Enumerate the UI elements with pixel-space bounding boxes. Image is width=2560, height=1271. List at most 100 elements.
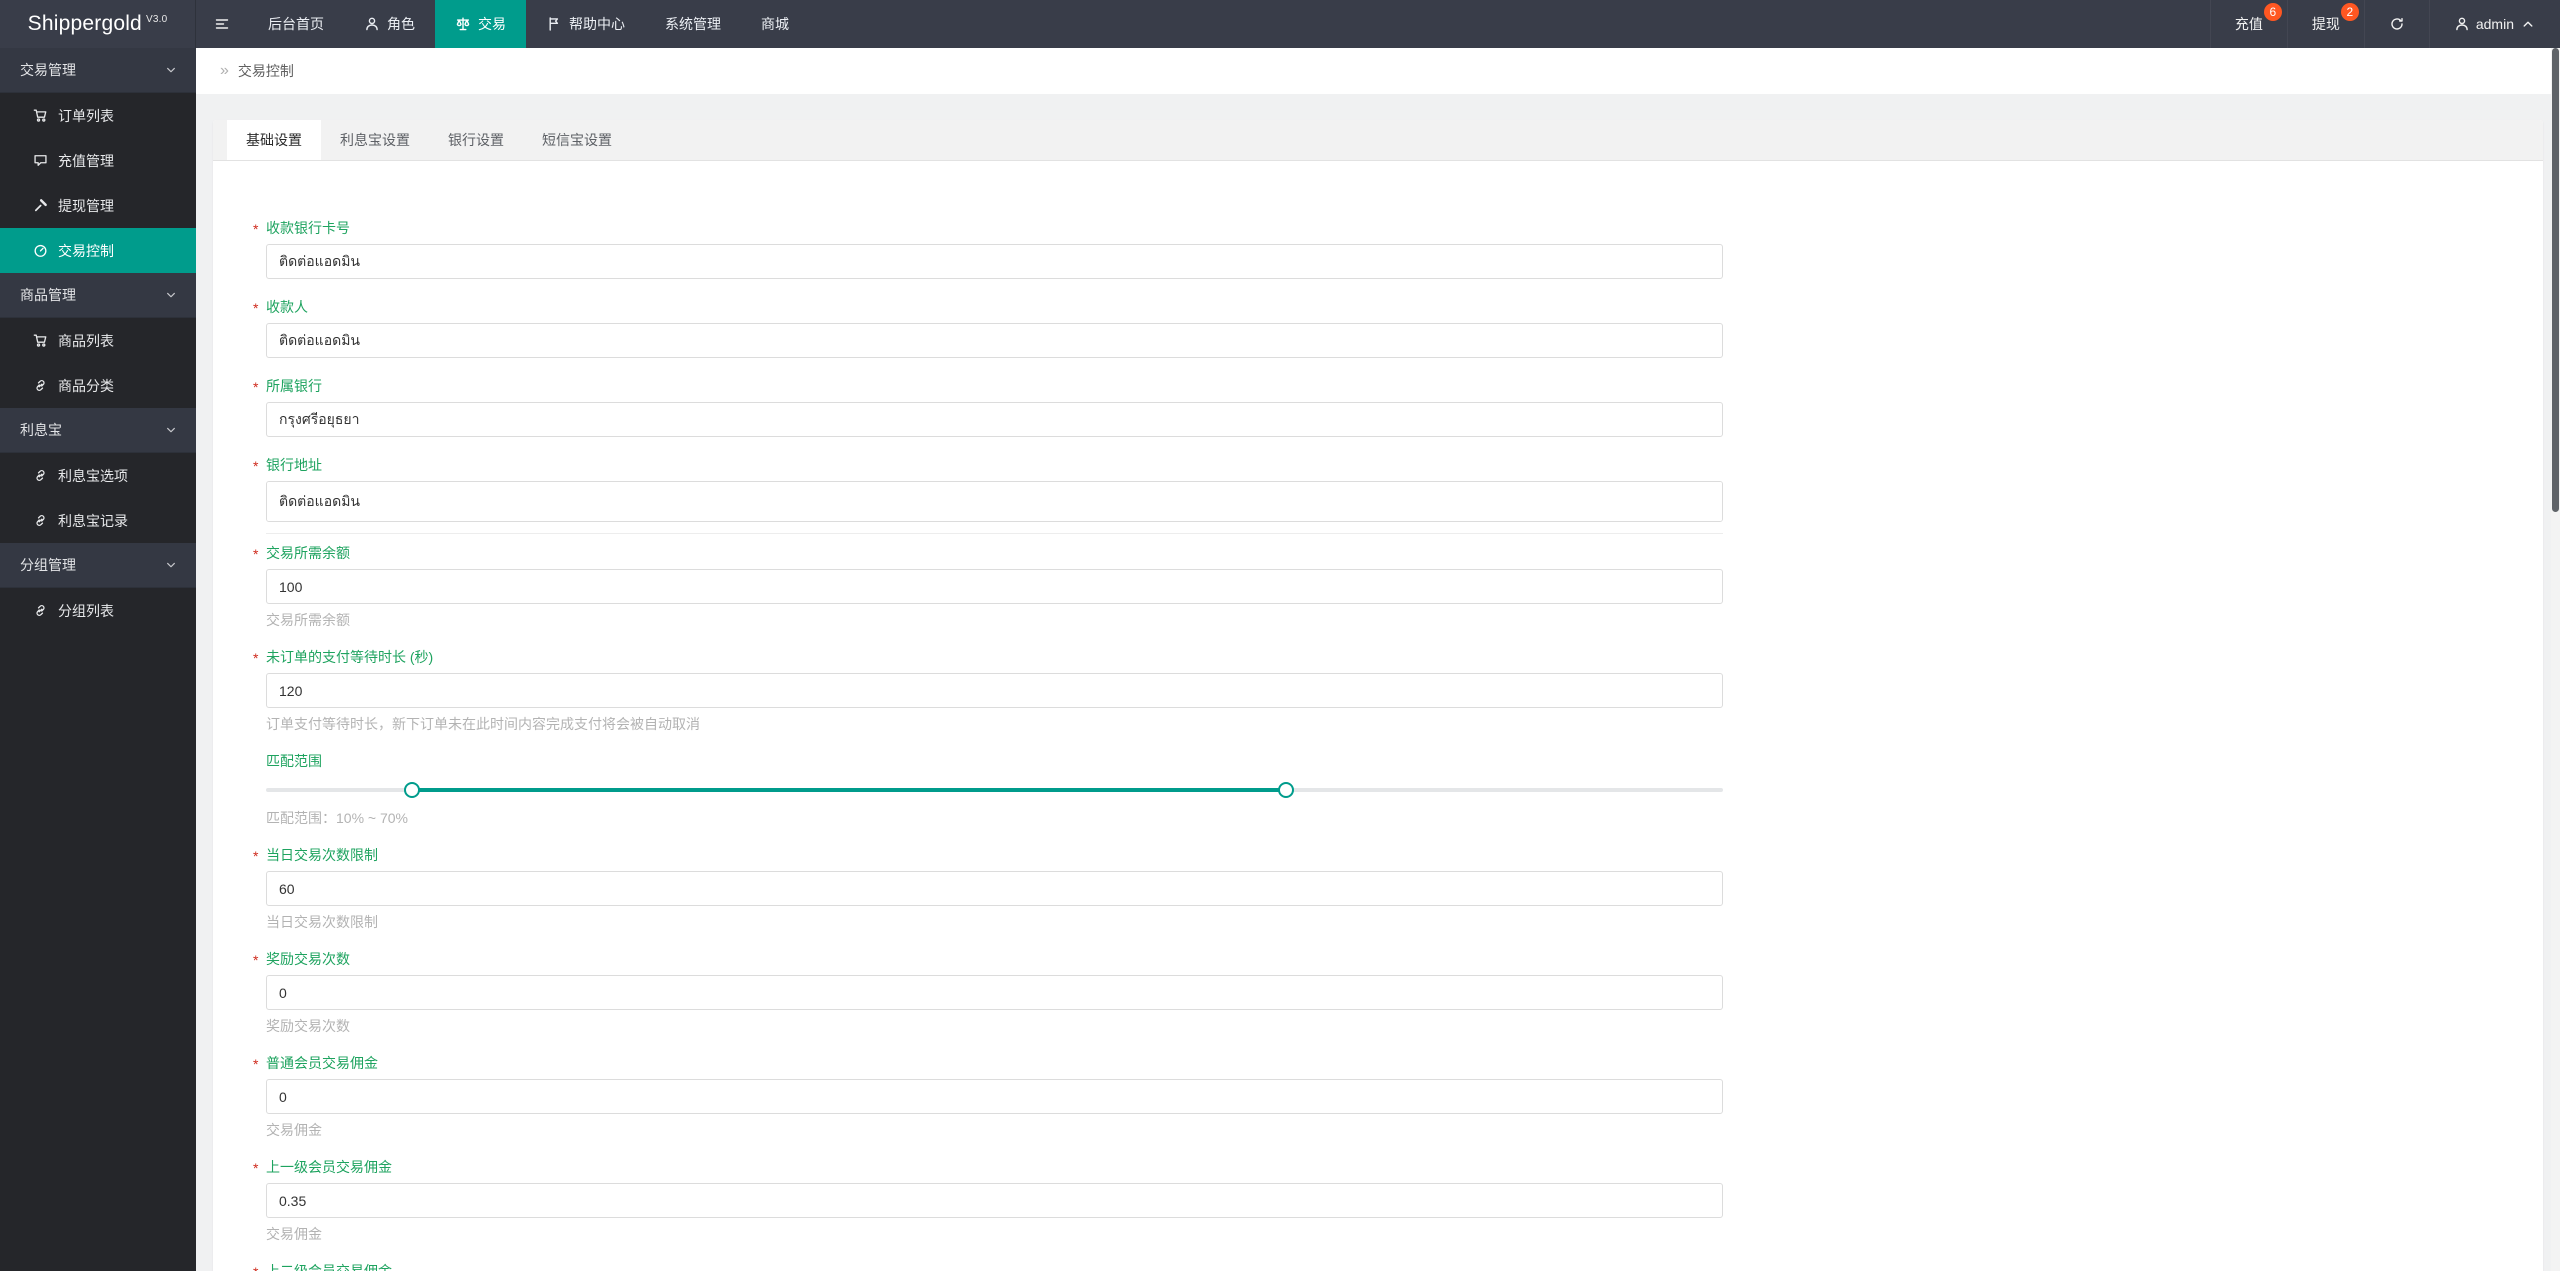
- page-scrollbar: [2551, 48, 2560, 1271]
- nav-item-home[interactable]: 后台首页: [248, 0, 344, 48]
- sidebar-item-withdraw-manage[interactable]: 提现管理: [0, 183, 196, 228]
- sidebar-item-label: 商品分类: [58, 377, 114, 394]
- chevron-down-icon: [164, 288, 178, 302]
- nav-item-roles[interactable]: 角色: [344, 0, 435, 48]
- gavel-icon: [33, 198, 48, 213]
- nav-item-mall[interactable]: 商城: [741, 0, 809, 48]
- user-menu[interactable]: admin: [2428, 0, 2560, 48]
- sidebar-item-label: 订单列表: [58, 107, 114, 124]
- payee-name-input[interactable]: [266, 323, 1723, 358]
- sidebar-section-group-manage[interactable]: 分组管理: [0, 543, 196, 588]
- sidebar-item-recharge-manage[interactable]: 充值管理: [0, 138, 196, 183]
- match-range-slider[interactable]: [266, 778, 1723, 802]
- withdraw-badge: 2: [2340, 3, 2359, 21]
- form-item-trade-required-balance: *交易所需余额交易所需余额: [253, 544, 2543, 629]
- sidebar-section-label: 分组管理: [20, 557, 76, 573]
- field-label: * 普通会员交易佣金: [253, 1055, 378, 1072]
- nav-item-help-center[interactable]: 帮助中心: [526, 0, 645, 48]
- form-item-payee-card-number: * 收款银行卡号: [253, 219, 2543, 279]
- sidebar-section-trade-manage[interactable]: 交易管理: [0, 48, 196, 93]
- required-asterisk: *: [253, 458, 259, 474]
- form-item-bank-address: * 银行地址: [253, 456, 2543, 534]
- field-help-text: 当日交易次数限制: [266, 914, 378, 930]
- nav-menu: 后台首页 角色 交易 帮助中心 系统管理 商城: [248, 0, 809, 48]
- form-item-level1-commission: *上一级会员交易佣金交易佣金: [253, 1158, 2543, 1243]
- required-asterisk: *: [253, 379, 259, 395]
- field-label: * 收款人: [253, 299, 308, 316]
- scrollbar-thumb[interactable]: [2552, 48, 2559, 512]
- sidebar-item-interest-options[interactable]: 利息宝选项: [0, 453, 196, 498]
- nav-item-trade[interactable]: 交易: [435, 0, 526, 48]
- required-asterisk: *: [253, 952, 259, 968]
- tab-bank[interactable]: 银行设置: [429, 120, 523, 160]
- required-asterisk: *: [253, 848, 259, 864]
- field-label: * 奖励交易次数: [253, 951, 350, 968]
- sidebar-item-goods-category[interactable]: 商品分类: [0, 363, 196, 408]
- recharge-label: 充值: [2234, 16, 2263, 32]
- nav-item-label: 帮助中心: [569, 16, 625, 32]
- sidebar-item-label: 分组列表: [58, 602, 114, 619]
- required-asterisk: *: [253, 1056, 259, 1072]
- tab-basic[interactable]: 基础设置: [227, 120, 321, 160]
- recharge-button[interactable]: 充值 6: [2209, 0, 2287, 48]
- form-item-reward-trade-count: *奖励交易次数奖励交易次数: [253, 950, 2543, 1035]
- sidebar: 交易管理订单列表充值管理提现管理交易控制商品管理商品列表商品分类利息宝利息宝选项…: [0, 48, 196, 1271]
- sidebar-section-interest[interactable]: 利息宝: [0, 408, 196, 453]
- reward-trade-count-input[interactable]: [266, 975, 1723, 1010]
- content: 基础设置利息宝设置银行设置短信宝设置 *收款银行卡号 *收款人 *所属银行 *银行地址…: [196, 94, 2551, 1271]
- field-help-text: 匹配范围：10% ~ 70%: [266, 810, 408, 826]
- form-item-daily-trade-limit: *当日交易次数限制当日交易次数限制: [253, 846, 2543, 931]
- nav-item-label: 交易: [478, 16, 506, 32]
- sidebar-item-interest-records[interactable]: 利息宝记录: [0, 498, 196, 543]
- level1-commission-input[interactable]: [266, 1183, 1723, 1218]
- sidebar-toggle-button[interactable]: [196, 0, 248, 48]
- link-icon: [33, 603, 48, 618]
- field-label: * 未订单的支付等待时长 (秒): [253, 649, 434, 666]
- app-logo: Shippergold V3.0: [0, 0, 196, 48]
- sidebar-item-label: 利息宝选项: [58, 467, 128, 484]
- tab-bar: 基础设置 利息宝设置 银行设置 短信宝设置: [213, 120, 2543, 161]
- flag-icon: [546, 16, 562, 32]
- sidebar-item-label: 充值管理: [58, 152, 114, 169]
- form-item-payee-name: * 收款人: [253, 298, 2543, 358]
- refresh-button[interactable]: [2363, 0, 2429, 48]
- cart-icon: [33, 108, 48, 123]
- daily-trade-limit-input[interactable]: [266, 871, 1723, 906]
- chevron-down-icon: [164, 558, 178, 572]
- breadcrumb-label: 交易控制: [237, 63, 294, 79]
- required-asterisk: *: [253, 1160, 259, 1176]
- order-wait-seconds-input[interactable]: [266, 673, 1723, 708]
- form-item-level2-commission: *上二级会员交易佣金: [253, 1262, 2543, 1271]
- sidebar-section-label: 利息宝: [20, 422, 62, 438]
- sidebar-item-order-list[interactable]: 订单列表: [0, 93, 196, 138]
- bank-address-textarea[interactable]: [266, 481, 1723, 522]
- nav-item-system[interactable]: 系统管理: [645, 0, 741, 48]
- sidebar-item-trade-control[interactable]: 交易控制: [0, 228, 196, 273]
- form-item-order-wait-seconds: *未订单的支付等待时长 (秒) 订单支付等待时长，新下订单未在此时间内容完成支付将…: [253, 648, 2543, 733]
- normal-commission-input[interactable]: [266, 1079, 1723, 1114]
- field-label: * 交易所需余额: [253, 545, 350, 562]
- tab-interest[interactable]: 利息宝设置: [321, 120, 429, 160]
- link-icon: [33, 378, 48, 393]
- refresh-icon: [2389, 16, 2405, 32]
- sidebar-section-goods-manage[interactable]: 商品管理: [0, 273, 196, 318]
- field-label: * 收款银行卡号: [253, 220, 350, 237]
- withdraw-button[interactable]: 提现 2: [2286, 0, 2364, 48]
- app-version: V3.0: [145, 13, 168, 25]
- sidebar-item-group-list[interactable]: 分组列表: [0, 588, 196, 633]
- nav-item-label: 角色: [387, 16, 415, 32]
- payee-card-number-input[interactable]: [266, 244, 1723, 279]
- nav-item-label: 后台首页: [268, 16, 324, 32]
- tab-sms[interactable]: 短信宝设置: [523, 120, 631, 160]
- slider-handle-min[interactable]: [403, 782, 420, 798]
- trade-required-balance-input[interactable]: [266, 569, 1723, 604]
- field-help-text: 奖励交易次数: [266, 1018, 350, 1034]
- sidebar-item-label: 商品列表: [58, 332, 114, 349]
- sidebar-item-label: 交易控制: [58, 242, 114, 259]
- form-item-normal-commission: *普通会员交易佣金交易佣金: [253, 1054, 2543, 1139]
- field-help-text: 交易佣金: [266, 1122, 322, 1138]
- bank-name-input[interactable]: [266, 402, 1723, 437]
- slider-handle-max[interactable]: [1277, 782, 1294, 798]
- sidebar-item-goods-list[interactable]: 商品列表: [0, 318, 196, 363]
- comment-icon: [33, 153, 48, 168]
